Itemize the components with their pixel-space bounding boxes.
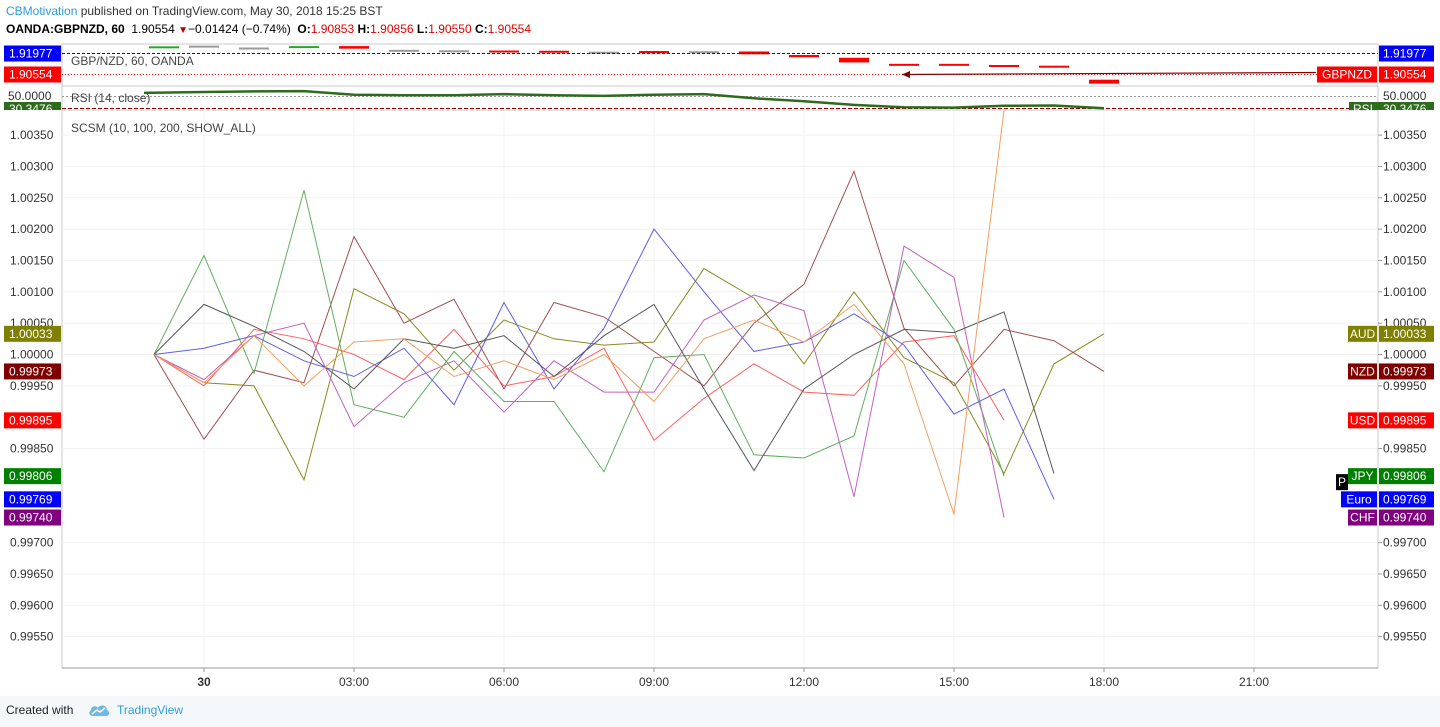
marker-right-value: 0.99740 bbox=[1383, 511, 1427, 525]
x-tick-label: 15:00 bbox=[939, 675, 969, 689]
tradingview-link[interactable]: TradingView bbox=[117, 703, 183, 717]
candle bbox=[1089, 79, 1119, 84]
candle bbox=[939, 63, 969, 66]
high-marker-right: 1.91977 bbox=[1383, 47, 1427, 61]
candle bbox=[989, 65, 1019, 67]
rsi-level-right: 50.0000 bbox=[1383, 89, 1427, 103]
y-tick-label-left: 0.99650 bbox=[10, 567, 54, 581]
series-name-tag: Euro bbox=[1346, 492, 1372, 506]
rsi-marker-left: 30.3476 bbox=[9, 102, 53, 116]
marker-left-value: 0.99806 bbox=[9, 469, 53, 483]
high-marker-left: 1.91977 bbox=[9, 47, 53, 61]
y-tick-label-left: 0.99850 bbox=[10, 442, 54, 456]
candle bbox=[289, 46, 319, 49]
y-tick-label-right: 1.00000 bbox=[1383, 348, 1427, 362]
y-tick-label-left: 1.00350 bbox=[10, 128, 54, 142]
y-tick-label-right: 0.99700 bbox=[1383, 536, 1427, 550]
series-name-tag: USD bbox=[1350, 413, 1376, 427]
x-tick-label: 21:00 bbox=[1239, 675, 1269, 689]
series-name-tag: CHF bbox=[1350, 511, 1375, 525]
x-tick-label: 03:00 bbox=[339, 675, 369, 689]
time-axis[interactable]: 03003:0006:0009:0012:0015:0018:0021:00 bbox=[0, 667, 1378, 689]
x-tick-label: 30 bbox=[197, 675, 211, 689]
candle bbox=[539, 50, 569, 53]
marker-left-value: 0.99769 bbox=[9, 492, 53, 506]
x-tick-label: 09:00 bbox=[639, 675, 669, 689]
right-price-axis[interactable]: 1.00350 1.00300 1.00250 1.00200 1.00150 1.001… bbox=[1378, 128, 1427, 644]
y-tick-label-left: 0.99950 bbox=[10, 379, 54, 393]
y-tick-label-right: 1.00150 bbox=[1383, 253, 1427, 267]
marker-left-value: 0.99895 bbox=[9, 413, 53, 427]
marker-right-value: 0.99973 bbox=[1383, 364, 1427, 378]
y-tick-label-right: 0.99850 bbox=[1383, 442, 1427, 456]
marker-left-value: 0.99740 bbox=[9, 511, 53, 525]
created-with-label: Created with bbox=[6, 703, 74, 717]
x-tick-label: 06:00 bbox=[489, 675, 519, 689]
last-marker-right: 1.90554 bbox=[1383, 68, 1427, 82]
y-tick-label-right: 1.00350 bbox=[1383, 128, 1427, 142]
tradingview-logo-icon bbox=[89, 705, 110, 716]
symbol-tag: GBPNZD bbox=[1322, 68, 1372, 82]
y-tick-label-right: 0.99600 bbox=[1383, 598, 1427, 612]
y-tick-label-right: 0.99950 bbox=[1383, 379, 1427, 393]
y-tick-label-right: 0.99650 bbox=[1383, 567, 1427, 581]
y-tick-label-right: 1.00300 bbox=[1383, 159, 1427, 173]
y-tick-label-left: 0.99700 bbox=[10, 536, 54, 550]
rsi-legend: RSI (14, close) bbox=[71, 91, 150, 105]
series-name-tag: JPY bbox=[1351, 469, 1373, 483]
y-tick-label-left: 1.00250 bbox=[10, 191, 54, 205]
pane-tag: P bbox=[1338, 475, 1346, 489]
candle bbox=[639, 51, 669, 53]
y-tick-label-left: 1.00300 bbox=[10, 159, 54, 173]
y-tick-label-right: 1.00250 bbox=[1383, 191, 1427, 205]
candle bbox=[489, 50, 519, 53]
x-tick-label: 12:00 bbox=[789, 675, 819, 689]
y-tick-label-left: 0.99600 bbox=[10, 598, 54, 612]
footer: Created with TradingView bbox=[0, 696, 1440, 727]
x-tick-label: 18:00 bbox=[1089, 675, 1119, 689]
candle bbox=[189, 45, 219, 48]
y-tick-label-left: 1.00000 bbox=[10, 348, 54, 362]
candle bbox=[789, 54, 819, 58]
series-name-tag: AUD bbox=[1350, 327, 1376, 341]
y-tick-label-right: 1.00200 bbox=[1383, 222, 1427, 236]
y-tick-label-left: 0.99550 bbox=[10, 630, 54, 644]
candle bbox=[239, 47, 269, 50]
candle bbox=[689, 51, 719, 54]
marker-right-value: 0.99806 bbox=[1383, 469, 1427, 483]
candle bbox=[889, 63, 919, 66]
marker-right-value: 0.99895 bbox=[1383, 413, 1427, 427]
price-pane[interactable]: GBP/NZD, 60, OANDA bbox=[61, 43, 1379, 87]
left-price-axis[interactable]: 1.00350 1.00300 1.00250 1.00200 1.00150 1.001… bbox=[10, 128, 54, 644]
y-tick-label-left: 1.00200 bbox=[10, 222, 54, 236]
y-tick-label-right: 1.00100 bbox=[1383, 285, 1427, 299]
rsi-level-left: 50.0000 bbox=[8, 89, 52, 103]
candle bbox=[389, 49, 419, 52]
last-marker-left: 1.90554 bbox=[9, 68, 53, 82]
y-tick-label-left: 1.00150 bbox=[10, 253, 54, 267]
candle bbox=[149, 46, 179, 49]
y-tick-label-left: 1.00100 bbox=[10, 285, 54, 299]
marker-left-value: 1.00033 bbox=[9, 327, 53, 341]
rsi-tag: RSI bbox=[1353, 102, 1373, 116]
y-tick-label-right: 0.99550 bbox=[1383, 630, 1427, 644]
candle bbox=[839, 57, 869, 63]
scsm-legend: SCSM (10, 100, 200, SHOW_ALL) bbox=[71, 121, 256, 135]
candle bbox=[1039, 65, 1069, 68]
price-legend: GBP/NZD, 60, OANDA bbox=[71, 54, 194, 68]
marker-left-value: 0.99973 bbox=[9, 364, 53, 378]
chart-area[interactable]: GBP/NZD, 60, OANDA RSI (14, close) SCSM … bbox=[0, 0, 1440, 696]
marker-right-value: 1.00033 bbox=[1383, 327, 1427, 341]
candle bbox=[439, 50, 469, 53]
series-name-tag: NZD bbox=[1350, 364, 1375, 378]
candle bbox=[339, 46, 369, 49]
marker-right-value: 0.99769 bbox=[1383, 492, 1427, 506]
rsi-pane[interactable]: RSI (14, close) bbox=[61, 85, 1379, 111]
rsi-marker-right: 30.3476 bbox=[1383, 102, 1427, 116]
